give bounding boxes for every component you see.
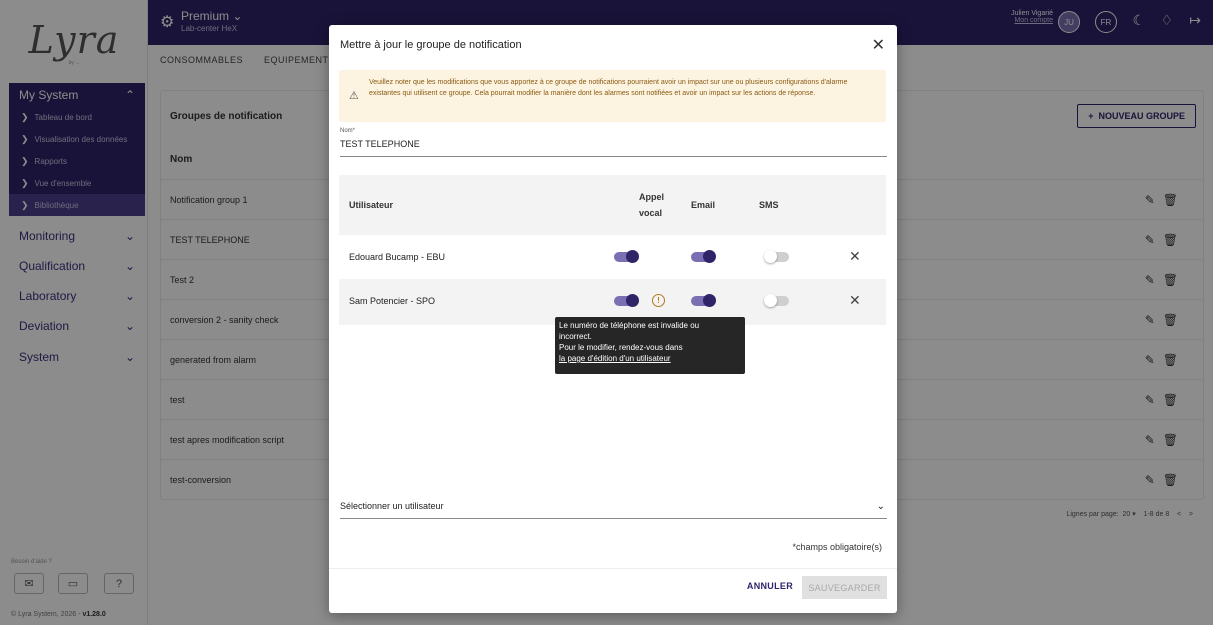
voice-toggle[interactable] bbox=[614, 294, 639, 307]
alert-circle-icon[interactable]: ! bbox=[652, 294, 665, 307]
col-voice: Appel vocal bbox=[639, 192, 665, 218]
warning-banner: ⚠ Veuillez noter que les modifications q… bbox=[339, 70, 886, 122]
modal-title: Mettre à jour le groupe de notification bbox=[340, 39, 522, 51]
users-table-header: Utilisateur Appel vocal Email SMS bbox=[339, 175, 886, 235]
user-edit-link[interactable]: la page d'édition d'un utilisateur bbox=[559, 353, 741, 364]
warning-icon: ⚠ bbox=[349, 90, 359, 102]
chevron-down-icon: ⌄ bbox=[876, 501, 885, 512]
name-label: Nom* bbox=[340, 128, 356, 134]
remove-user-icon[interactable]: ✕ bbox=[849, 248, 861, 265]
modal-footer-divider bbox=[329, 568, 897, 569]
email-toggle[interactable] bbox=[691, 294, 716, 307]
cancel-button[interactable]: ANNULER bbox=[747, 581, 793, 591]
save-button[interactable]: SAUVEGARDER bbox=[802, 576, 887, 599]
email-toggle[interactable] bbox=[691, 250, 716, 263]
voice-toggle[interactable] bbox=[614, 250, 639, 263]
sms-toggle[interactable] bbox=[764, 294, 789, 307]
phone-invalid-tooltip: Le numéro de téléphone est invalide ou i… bbox=[555, 317, 745, 374]
sms-toggle[interactable] bbox=[764, 250, 789, 263]
name-input[interactable]: TEST TELEPHONE bbox=[340, 139, 887, 157]
close-icon[interactable]: ✕ bbox=[872, 35, 885, 55]
select-user-dropdown[interactable]: Sélectionner un utilisateur ⌄ bbox=[340, 501, 887, 519]
update-group-modal: Mettre à jour le groupe de notification … bbox=[329, 25, 897, 613]
user-row: Edouard Bucamp - EBU ✕ bbox=[349, 248, 861, 265]
remove-user-icon[interactable]: ✕ bbox=[849, 292, 861, 309]
required-note: *champs obligatoire(s) bbox=[792, 542, 882, 552]
